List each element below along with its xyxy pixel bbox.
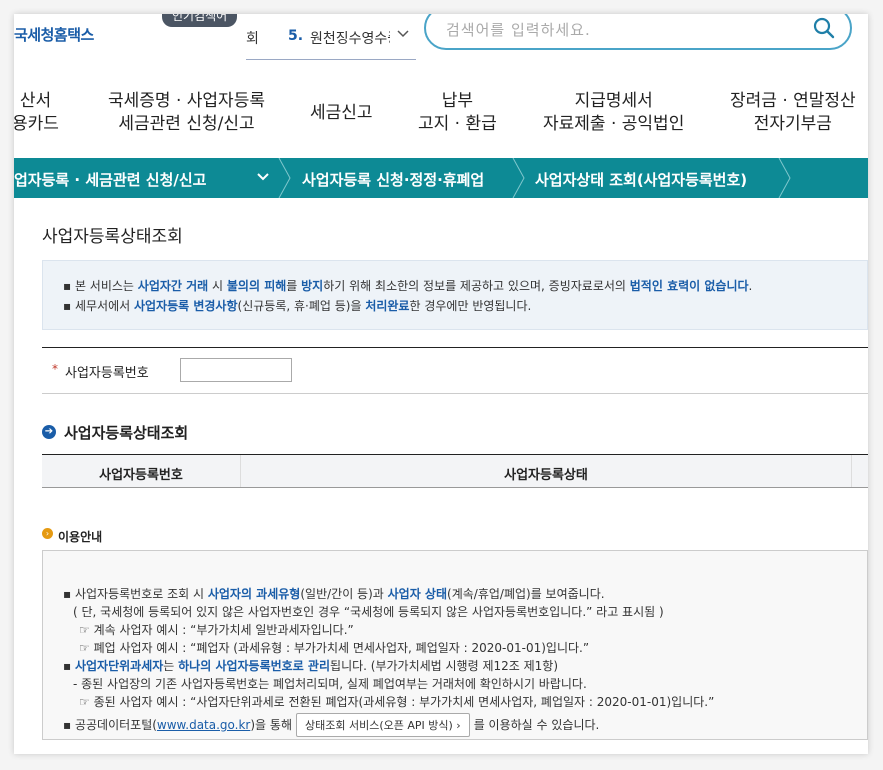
column-divider [851,455,852,487]
search-box[interactable]: 검색어를 입력하세요. [424,14,852,50]
nav-item-tax-report[interactable]: 세금신고 [310,102,373,125]
main-nav: 산서 용카드 국세증명 · 사업자등록 세금관련 신청/신고 세금신고 납부 고… [14,90,868,150]
column-header: 사업자등록번호 [99,468,183,483]
guide-line: ☞ 종된 사업자 예시 : “사업자단위과세로 전환된 폐업자(과세유형 : 부… [79,695,715,709]
biz-number-input[interactable] [180,358,292,382]
breadcrumb-item[interactable]: 사업자등록 신청·정정·휴폐업 [302,169,484,190]
nav-item-certificate[interactable]: 국세증명 · 사업자등록 세금관련 신청/신고 [108,90,265,136]
nav-label: 고지 · 환급 [418,114,497,134]
nav-label: 국세증명 · 사업자등록 [108,91,265,111]
page-title: 사업자등록상태조회 [42,227,183,247]
hot-rank: 5. [288,28,304,44]
browser-window: 국세청홈택스 회 5. 원천징수영수증 인기검색어 검색어를 입력하세요. 산서… [14,14,868,754]
guide-line: ( 단, 국세청에 등록되어 있지 않은 사업자번호인 경우 “국세청에 등록되… [73,605,664,619]
nav-label: 세금신고 [310,103,373,123]
required-mark: * [52,362,58,376]
nav-label: 장려금 · 연말정산 [730,91,856,111]
guide-line: ☞ 폐업 사업자 예시 : “폐업자 (과세유형 : 부가가치세 면세사업자, … [79,641,590,655]
breadcrumb: 업자등록 · 세금관련 신청/신고 사업자등록 신청·정정·휴폐업 사업자상태 … [14,158,868,198]
guide-line: - 종된 사업장의 기존 사업자등록번호는 폐업처리되며, 실제 폐업여부는 거… [73,677,587,691]
guide-box: ▪ 사업자등록번호로 조회 시 사업자의 과세유형(일반/간이 등)과 사업자 … [42,550,868,740]
info-icon: › [42,528,53,539]
breadcrumb-separator [778,158,791,198]
search-icon[interactable] [812,16,836,40]
hot-keyword-badge: 인기검색어 [162,14,238,27]
guide-title: 이용안내 [58,530,103,544]
nav-item-statement[interactable]: 지급명세서 자료제출 · 공익법인 [543,90,684,136]
breadcrumb-item[interactable]: 업자등록 · 세금관련 신청/신고 [14,169,206,190]
notice-box: ▪ 본 서비스는 사업자간 거래 시 불의의 피해를 방지하기 위해 최소한의 … [42,260,868,330]
nav-label: 납부 [441,91,474,111]
guide-line: ▪ 공공데이터포털(www.data.go.kr)을 통해 상태조회 서비스(오픈… [63,713,599,737]
guide-line: ▪ 사업자등록번호로 조회 시 사업자의 과세유형(일반/간이 등)과 사업자 … [63,587,605,601]
breadcrumb-item-current[interactable]: 사업자상태 조회(사업자등록번호) [535,169,747,190]
search-form: * 사업자등록번호 [42,347,868,394]
breadcrumb-separator [278,158,291,198]
data-portal-link[interactable]: www.data.go.kr [157,718,250,732]
search-input[interactable]: 검색어를 입력하세요. [446,19,591,40]
chevron-down-icon[interactable] [256,169,270,187]
guide-line: ▪ 사업자단위과세자는 하나의 사업자등록번호로 관리됩니다. (부가가치세법 … [63,659,559,673]
guide-line: ☞ 계속 사업자 예시 : “부가가치세 일반과세자입니다.” [79,623,354,637]
nav-item-incentive[interactable]: 장려금 · 연말정산 전자기부금 [730,90,856,136]
notice-line: ▪ 세무서에서 사업자등록 변경사항(신규등록, 휴·폐업 등)을 처리완료한 … [63,299,532,313]
nav-label: 산서 [19,91,52,111]
notice-line: ▪ 본 서비스는 사업자간 거래 시 불의의 피해를 방지하기 위해 최소한의 … [63,279,753,293]
arrow-right-icon: ➔ [42,425,56,439]
result-section-title: 사업자등록상태조회 [64,424,189,442]
open-api-button[interactable]: 상태조회 서비스(오픈 API 방식) › [296,713,470,737]
nav-label: 세금관련 신청/신고 [118,114,255,134]
nav-item-receipt[interactable]: 산서 용카드 [14,90,59,136]
breadcrumb-separator [512,158,525,198]
biz-number-label: 사업자등록번호 [65,366,149,381]
site-logo[interactable]: 국세청홈택스 [14,24,94,45]
hot-prev-text: 회 [246,31,259,47]
nav-item-payment[interactable]: 납부 고지 · 환급 [418,90,497,136]
column-header: 사업자등록상태 [504,468,588,483]
chevron-down-icon[interactable] [396,26,410,44]
top-bar: 국세청홈택스 회 5. 원천징수영수증 인기검색어 검색어를 입력하세요. [14,14,868,60]
hot-term[interactable]: 원천징수영수증 [310,28,390,48]
nav-label: 자료제출 · 공익법인 [543,114,685,134]
nav-label: 전자기부금 [753,114,832,134]
nav-label: 용카드 [14,114,59,134]
hot-keywords[interactable]: 회 5. 원천징수영수증 [246,18,416,60]
nav-label: 지급명세서 [574,91,653,111]
result-table-header: 사업자등록번호 사업자등록상태 [42,454,868,488]
